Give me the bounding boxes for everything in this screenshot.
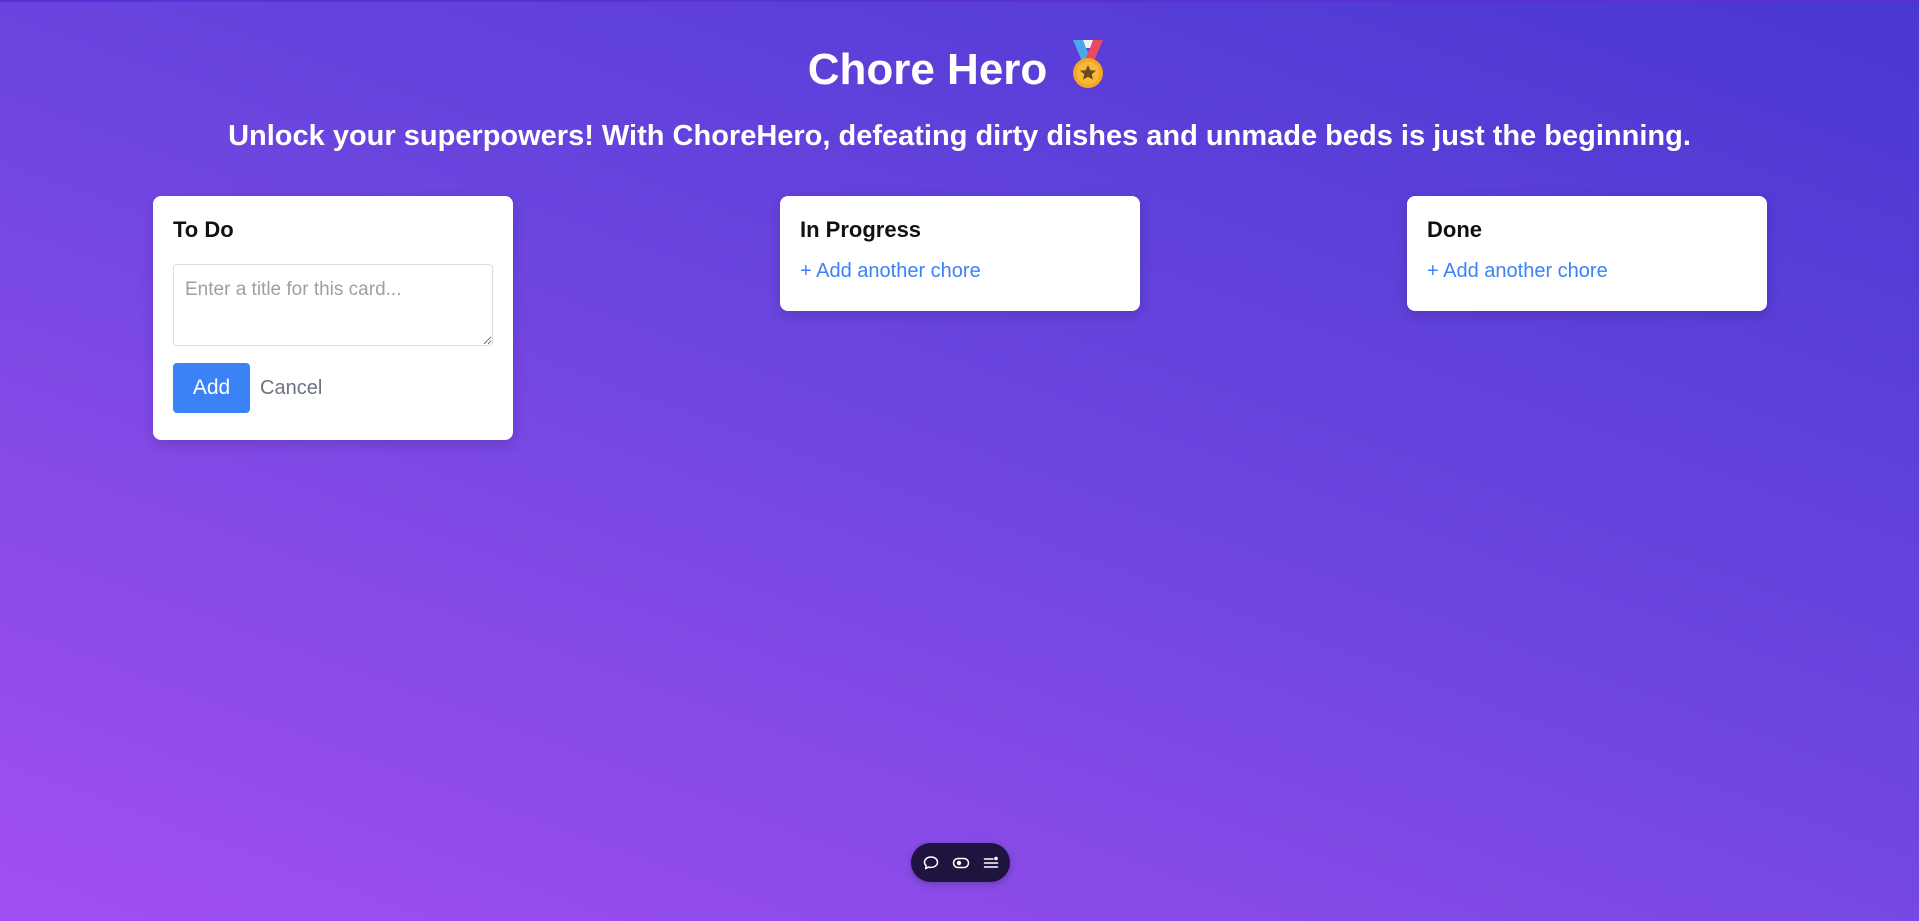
column-done: Done + Add another chore — [1407, 196, 1767, 311]
column-title: To Do — [173, 217, 234, 242]
composer-actions: Add Cancel — [173, 363, 493, 413]
page-title-text: Chore Hero — [807, 45, 1048, 94]
page-subtitle: Unlock your superpowers! With ChoreHero,… — [228, 120, 1691, 152]
medal-icon — [1065, 40, 1111, 90]
column-title: Done — [1427, 217, 1482, 242]
column-todo: To Do Add Cancel — [153, 196, 513, 440]
column-in-progress: In Progress + Add another chore — [780, 196, 1140, 311]
add-chore-link[interactable]: + Add another chore — [1427, 258, 1747, 284]
top-border — [0, 0, 1919, 2]
cancel-button[interactable]: Cancel — [260, 377, 322, 400]
card-title-input[interactable] — [173, 264, 493, 346]
toggle-view-icon[interactable] — [952, 854, 970, 872]
floating-toolbar — [911, 843, 1010, 882]
comment-icon[interactable] — [922, 854, 940, 872]
add-card-button[interactable]: Add — [173, 363, 250, 413]
add-chore-link[interactable]: + Add another chore — [800, 258, 1120, 284]
menu-settings-icon[interactable] — [982, 854, 1000, 872]
column-title: In Progress — [800, 217, 922, 242]
page-title: Chore Hero — [0, 40, 1919, 98]
